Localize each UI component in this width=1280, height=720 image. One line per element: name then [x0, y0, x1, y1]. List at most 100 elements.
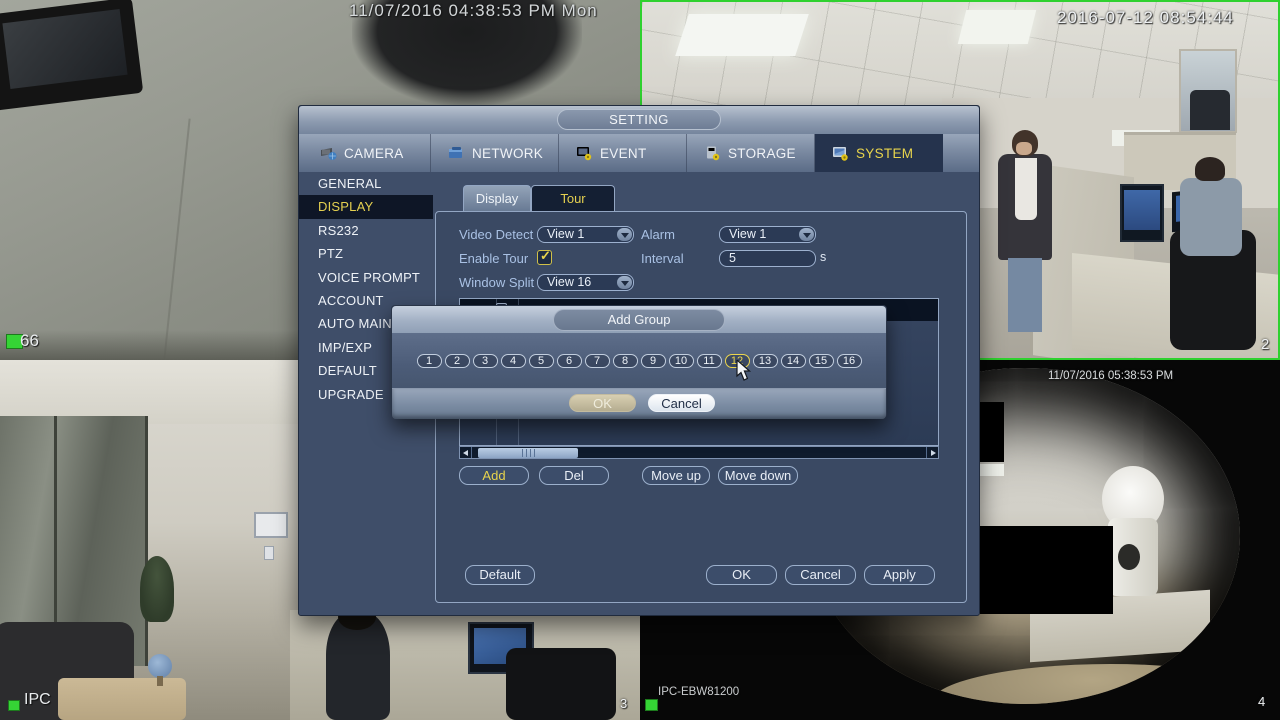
- group-chip-9[interactable]: 9: [641, 354, 666, 368]
- seated-person: [1180, 178, 1242, 256]
- window-split-value: View 16: [547, 275, 591, 290]
- person-silhouette: [1190, 90, 1230, 130]
- cancel-button[interactable]: Cancel: [785, 565, 856, 585]
- wall-corner: [163, 119, 190, 360]
- enable-tour-checkbox[interactable]: ✓: [537, 250, 552, 265]
- add-group-dialog: Add Group 1 2 3 4 5 6 7 8 9 10 11 12 13 …: [391, 305, 887, 418]
- chevron-down-icon[interactable]: [799, 228, 814, 241]
- window-split-label: Window Split: [459, 274, 534, 291]
- video-detect-value: View 1: [547, 227, 584, 242]
- standing-person-jeans: [1008, 258, 1042, 332]
- sidebar-item-general[interactable]: GENERAL: [299, 172, 433, 195]
- tab-network[interactable]: NETWORK: [431, 134, 559, 172]
- camera-4-label: IPC-EBW81200: [658, 686, 739, 698]
- add-button[interactable]: Add: [459, 466, 529, 485]
- standing-person-face: [1016, 142, 1032, 155]
- group-chip-7[interactable]: 7: [585, 354, 610, 368]
- del-button[interactable]: Del: [539, 466, 609, 485]
- office-chair: [506, 648, 616, 720]
- group-chip-6[interactable]: 6: [557, 354, 582, 368]
- dialog-ok-button[interactable]: OK: [569, 394, 636, 412]
- camera-2-timestamp: 2016-07-12 08:54:44: [1057, 8, 1234, 28]
- privacy-mask: [978, 402, 1004, 462]
- dialog-title: Add Group: [553, 309, 725, 331]
- floor: [930, 664, 1240, 704]
- coffee-table: [58, 678, 186, 720]
- alarm-value: View 1: [729, 227, 766, 242]
- record-indicator: [8, 700, 20, 711]
- storage-icon: [703, 145, 722, 161]
- event-icon: [575, 145, 594, 161]
- group-chip-11[interactable]: 11: [697, 354, 722, 368]
- window-split-dropdown[interactable]: View 16: [537, 274, 634, 291]
- tab-display-sub[interactable]: Display: [463, 185, 531, 211]
- group-chip-8[interactable]: 8: [613, 354, 638, 368]
- scroll-right-arrow[interactable]: [926, 447, 938, 458]
- desk-monitor-screen: [1124, 190, 1160, 230]
- floor-shadow: [0, 330, 300, 360]
- tab-event[interactable]: EVENT: [559, 134, 687, 172]
- sidebar-item-ptz[interactable]: PTZ: [299, 242, 433, 265]
- camera-4-channel: 4: [1258, 694, 1265, 709]
- dvr-screen: 11/07/2016 04:38:53 PM Mon 66 2016-07-12…: [0, 0, 1280, 720]
- ptz-camera-lens: [1118, 544, 1140, 570]
- tab-camera-label: CAMERA: [344, 146, 404, 161]
- plant: [140, 556, 174, 622]
- group-chip-14[interactable]: 14: [781, 354, 806, 368]
- group-chip-4[interactable]: 4: [501, 354, 526, 368]
- camera-1-label: 66: [20, 331, 39, 351]
- network-icon: [447, 145, 466, 161]
- apply-button[interactable]: Apply: [864, 565, 935, 585]
- group-chip-2[interactable]: 2: [445, 354, 470, 368]
- tab-tour-sub[interactable]: Tour: [531, 185, 615, 211]
- sidebar-item-voice-prompt[interactable]: VOICE PROMPT: [299, 266, 433, 289]
- group-chip-3[interactable]: 3: [473, 354, 498, 368]
- horizontal-scrollbar[interactable]: [459, 446, 939, 459]
- camera-3-channel: 3: [620, 696, 627, 711]
- record-indicator: [645, 699, 658, 711]
- tab-camera[interactable]: CAMERA: [303, 134, 431, 172]
- move-up-button[interactable]: Move up: [642, 466, 710, 485]
- alarm-label: Alarm: [641, 226, 675, 243]
- globe-stand: [157, 676, 163, 686]
- group-chip-15[interactable]: 15: [809, 354, 834, 368]
- enable-tour-label: Enable Tour: [459, 250, 528, 267]
- wall-poster: [254, 512, 288, 538]
- video-detect-dropdown[interactable]: View 1: [537, 226, 634, 243]
- dialog-cancel-button[interactable]: Cancel: [648, 394, 715, 412]
- ceiling-light: [675, 14, 809, 56]
- dialog-footer: OK Cancel: [392, 388, 886, 419]
- dialog-title-bar[interactable]: Add Group: [392, 306, 886, 333]
- tab-network-label: NETWORK: [472, 146, 543, 161]
- interval-value: 5: [729, 251, 736, 266]
- interval-input[interactable]: 5: [719, 250, 816, 267]
- main-tab-bar: CAMERA NETWORK EVENT STORAGE: [299, 134, 979, 172]
- window-title: SETTING: [557, 109, 721, 130]
- ok-button[interactable]: OK: [706, 565, 777, 585]
- scroll-left-arrow[interactable]: [460, 447, 472, 458]
- mouse-cursor: [736, 360, 754, 387]
- group-chip-16[interactable]: 16: [837, 354, 862, 368]
- sidebar-item-rs232[interactable]: RS232: [299, 219, 433, 242]
- main-clock-osd: 11/07/2016 04:38:53 PM Mon: [349, 1, 598, 21]
- tab-storage[interactable]: STORAGE: [687, 134, 815, 172]
- camera-icon: [319, 145, 338, 161]
- tab-storage-label: STORAGE: [728, 146, 796, 161]
- group-chip-row: 1 2 3 4 5 6 7 8 9 10 11 12 13 14 15 16: [392, 333, 886, 388]
- title-bar[interactable]: SETTING: [299, 106, 979, 134]
- alarm-dropdown[interactable]: View 1: [719, 226, 816, 243]
- default-button[interactable]: Default: [465, 565, 535, 585]
- chevron-down-icon[interactable]: [617, 276, 632, 289]
- scrollbar-thumb[interactable]: [478, 448, 578, 458]
- wall-poster: [264, 546, 274, 560]
- standing-person-shirt: [1015, 158, 1037, 220]
- tab-system[interactable]: SYSTEM: [815, 134, 943, 172]
- group-chip-10[interactable]: 10: [669, 354, 694, 368]
- group-chip-13[interactable]: 13: [753, 354, 778, 368]
- move-down-button[interactable]: Move down: [718, 466, 798, 485]
- chevron-down-icon[interactable]: [617, 228, 632, 241]
- interval-unit: s: [820, 250, 826, 264]
- sidebar-item-display[interactable]: DISPLAY: [299, 195, 433, 218]
- group-chip-1[interactable]: 1: [417, 354, 442, 368]
- group-chip-5[interactable]: 5: [529, 354, 554, 368]
